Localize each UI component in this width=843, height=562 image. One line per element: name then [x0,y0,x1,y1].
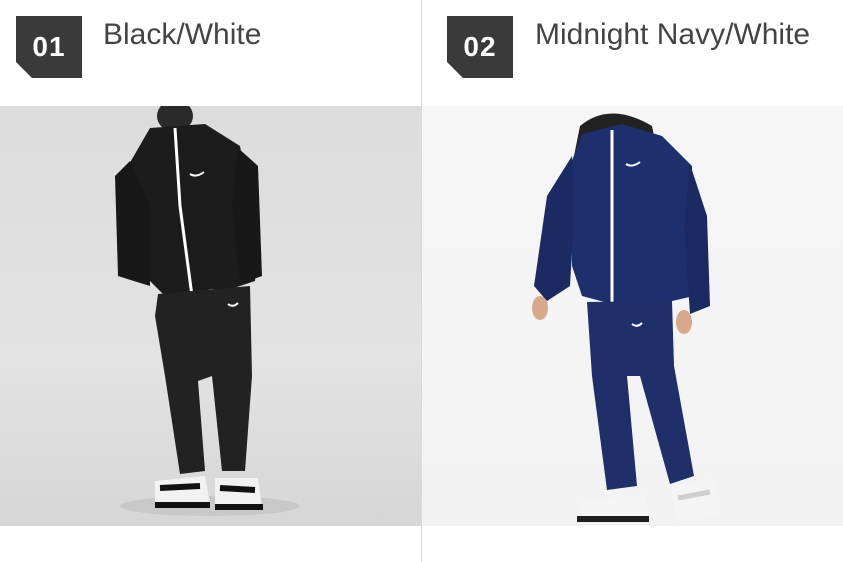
model-wearing-black-tracksuit [115,106,300,516]
color-name-label: Midnight Navy/White [535,18,811,51]
option-number-badge: 01 [16,16,82,78]
color-name-label: Black/White [103,18,262,51]
option-number-badge: 02 [447,16,513,78]
product-photo-navy[interactable] [422,106,843,526]
model-wearing-navy-tracksuit [532,113,722,522]
color-option-02[interactable]: 02 Midnight Navy/White [422,0,843,562]
color-option-01[interactable]: 01 Black/White [0,0,421,562]
product-photo-black[interactable] [0,106,421,526]
